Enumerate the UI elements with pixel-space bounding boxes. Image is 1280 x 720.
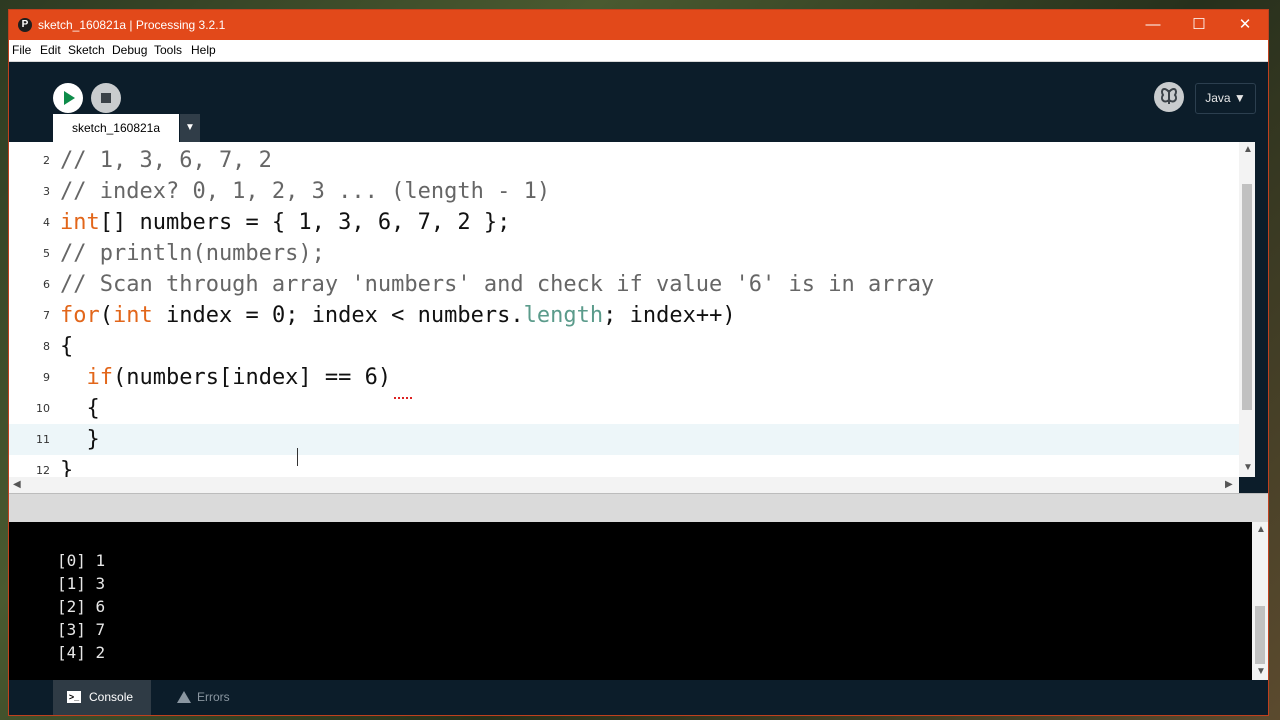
warning-icon xyxy=(177,691,191,703)
code-line[interactable]: 4 int[] numbers = { 1, 3, 6, 7, 2 }; xyxy=(9,207,1239,238)
scroll-thumb[interactable] xyxy=(1242,184,1252,410)
code-line[interactable]: 2 // 1, 3, 6, 7, 2 xyxy=(9,145,1239,176)
menu-edit[interactable]: Edit xyxy=(40,43,61,57)
code-line[interactable]: 6 // Scan through array 'numbers' and che… xyxy=(9,269,1239,300)
tab-menu-arrow-icon[interactable]: ▼ xyxy=(180,114,200,142)
tab-label: Errors xyxy=(197,690,230,704)
code-line[interactable]: 9 if(numbers[index] == 6) xyxy=(9,362,1239,393)
code-line[interactable]: 8{ xyxy=(9,331,1239,362)
menu-sketch[interactable]: Sketch xyxy=(68,43,105,57)
line-number: 8 xyxy=(43,340,50,353)
code-text: // 1, 3, 6, 7, 2 xyxy=(60,148,272,173)
line-number: 11 xyxy=(36,433,50,446)
scroll-up-icon[interactable]: ▲ xyxy=(1243,144,1253,155)
maximize-button[interactable]: ☐ xyxy=(1176,10,1222,40)
title-bar: P sketch_160821a | Processing 3.2.1 — ☐ … xyxy=(9,10,1268,40)
menu-file[interactable]: File xyxy=(12,43,31,57)
tab-errors[interactable]: Errors xyxy=(161,680,241,715)
code-text: } xyxy=(60,458,74,477)
editor-vertical-scrollbar[interactable]: ▲ ▼ xyxy=(1239,142,1255,477)
code-text: for(int index = 0; index < numbers.lengt… xyxy=(60,303,736,328)
scroll-thumb[interactable] xyxy=(1255,606,1265,664)
code-line[interactable]: 3 // index? 0, 1, 2, 3 ... (length - 1) xyxy=(9,176,1239,207)
close-button[interactable]: ✕ xyxy=(1222,10,1268,40)
menu-bar: File Edit Sketch Debug Tools Help xyxy=(9,40,1268,62)
code-text: } xyxy=(60,427,100,452)
console-line: [2] 6 xyxy=(57,597,106,616)
scroll-down-icon[interactable]: ▼ xyxy=(1256,666,1266,677)
code-editor[interactable]: 2 // 1, 3, 6, 7, 2 3 // index? 0, 1, 2, 3 … xyxy=(9,142,1255,477)
window-title: sketch_160821a | Processing 3.2.1 xyxy=(38,18,226,32)
menu-help[interactable]: Help xyxy=(191,43,216,57)
error-underline xyxy=(394,394,412,399)
menu-tools[interactable]: Tools xyxy=(154,43,182,57)
code-line[interactable]: 10 { xyxy=(9,393,1239,424)
menu-debug[interactable]: Debug xyxy=(112,43,147,57)
processing-window: P sketch_160821a | Processing 3.2.1 — ☐ … xyxy=(9,10,1268,715)
debugger-butterfly-icon[interactable] xyxy=(1154,82,1184,112)
line-number: 5 xyxy=(43,247,50,260)
editor-horizontal-scrollbar[interactable]: ◀ ▶ xyxy=(9,477,1239,493)
code-text: // println(numbers); xyxy=(60,241,325,266)
code-line-current[interactable]: 11 } xyxy=(9,424,1239,455)
console-output: [0] 1 [1] 3 [2] 6 [3] 7 [4] 2 xyxy=(9,522,1252,680)
scroll-down-icon[interactable]: ▼ xyxy=(1243,462,1253,473)
panel-divider[interactable] xyxy=(9,493,1268,523)
code-text: if(numbers[index] == 6) xyxy=(86,365,392,390)
tab-sketch[interactable]: sketch_160821a xyxy=(53,114,179,142)
line-number: 4 xyxy=(43,216,50,229)
text-cursor-icon xyxy=(297,448,298,466)
scroll-left-icon[interactable]: ◀ xyxy=(13,479,21,490)
sketch-tab-row: sketch_160821a ▼ xyxy=(9,114,1268,142)
processing-app-icon: P xyxy=(18,18,32,32)
line-number: 9 xyxy=(43,371,50,384)
scroll-up-icon[interactable]: ▲ xyxy=(1256,524,1266,535)
line-number: 6 xyxy=(43,278,50,291)
code-text: int[] numbers = { 1, 3, 6, 7, 2 }; xyxy=(60,210,511,235)
stop-button[interactable] xyxy=(91,83,121,113)
code-text: // index? 0, 1, 2, 3 ... (length - 1) xyxy=(60,179,551,204)
console-line: [4] 2 xyxy=(57,643,106,662)
code-text: { xyxy=(60,334,74,359)
code-text: // Scan through array 'numbers' and chec… xyxy=(60,272,935,297)
console-line: [3] 7 xyxy=(57,620,106,639)
butterfly-icon xyxy=(1160,88,1178,104)
line-number: 2 xyxy=(43,154,50,167)
minimize-button[interactable]: — xyxy=(1130,10,1176,40)
mode-selector[interactable]: Java ▼ xyxy=(1195,83,1256,114)
scroll-right-icon[interactable]: ▶ xyxy=(1225,479,1233,490)
console-scrollbar[interactable]: ▲ ▼ xyxy=(1252,522,1268,680)
line-number: 7 xyxy=(43,309,50,322)
line-number: 10 xyxy=(36,402,50,415)
line-number: 12 xyxy=(36,464,50,477)
console-line: [0] 1 xyxy=(57,551,106,570)
toolbar: Java ▼ xyxy=(9,62,1268,122)
console-line: [1] 3 xyxy=(57,574,106,593)
tab-console[interactable]: >_ Console xyxy=(53,680,151,715)
code-line[interactable]: 7 for(int index = 0; index < numbers.leng… xyxy=(9,300,1239,331)
code-line[interactable]: 5 // println(numbers); xyxy=(9,238,1239,269)
console-icon: >_ xyxy=(67,691,81,703)
footer-tabs: >_ Console Errors xyxy=(9,680,1268,715)
line-number: 3 xyxy=(43,185,50,198)
tab-label: Console xyxy=(89,690,134,704)
code-text: { xyxy=(60,396,100,421)
run-button[interactable] xyxy=(53,83,83,113)
code-line[interactable]: 12} xyxy=(9,455,1239,477)
